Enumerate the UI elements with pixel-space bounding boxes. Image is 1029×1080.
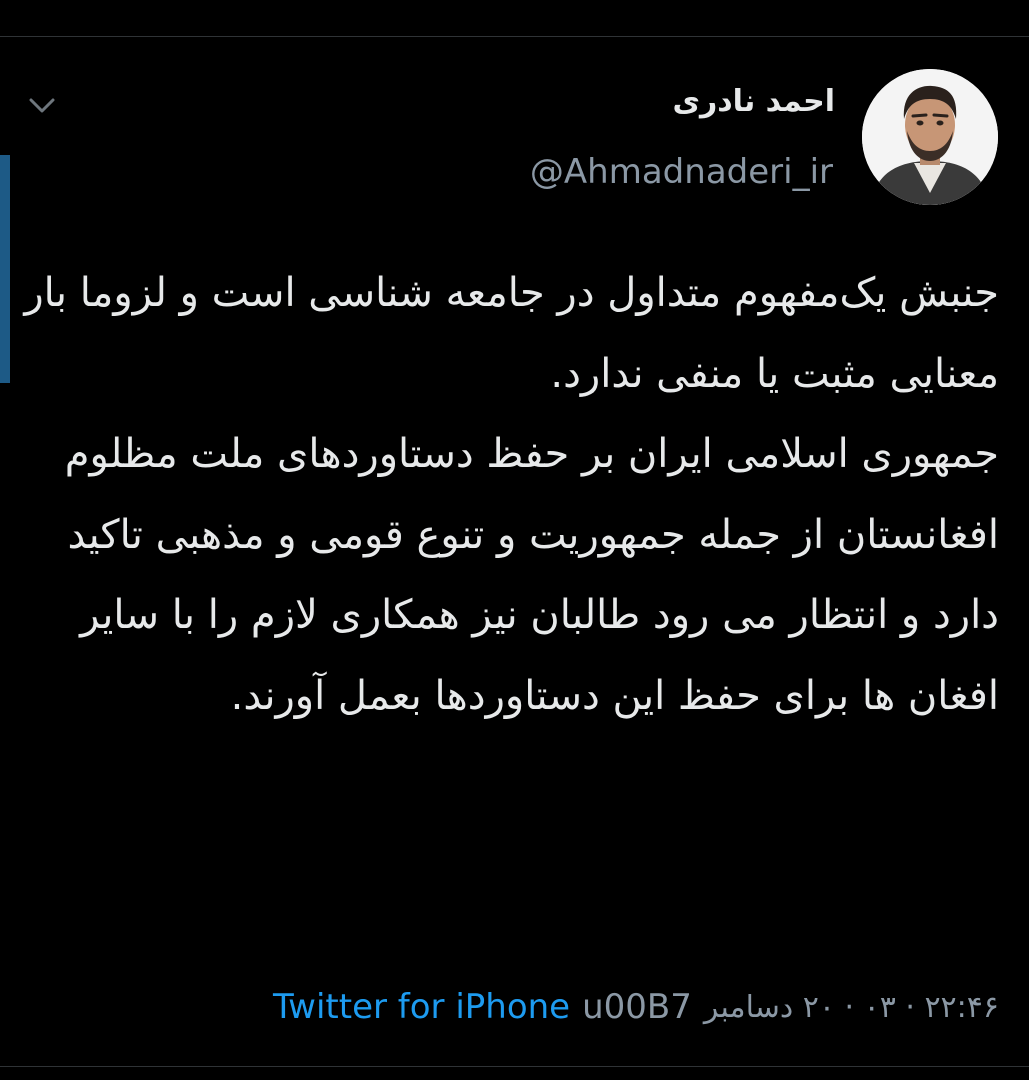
tweet-text: جنبش یک‌مفهوم متداول در جامعه شناسی است … xyxy=(24,270,999,719)
author-handle[interactable]: @Ahmadnaderi_ir xyxy=(530,150,833,194)
top-divider xyxy=(0,36,1029,37)
author-display-name[interactable]: احمد نادری xyxy=(673,82,835,122)
tweet-source-link[interactable]: Twitter for iPhone xyxy=(273,987,570,1027)
avatar[interactable] xyxy=(862,69,998,205)
metadata-separator: u00B7 xyxy=(582,987,692,1027)
tweet-options-button[interactable] xyxy=(22,88,62,128)
tweet-metadata: Twitter for iPhone u00B7 ۲۲:۴۶ · ۰۳ · ۲۰… xyxy=(273,983,999,1031)
chevron-down-icon xyxy=(29,98,55,118)
profile-photo xyxy=(862,69,998,205)
thread-accent-bar xyxy=(0,155,10,383)
bottom-divider xyxy=(0,1066,1029,1067)
tweet-timestamp: ۲۲:۴۶ · ۰۳ · ۲۰ دسامبر xyxy=(703,989,999,1025)
